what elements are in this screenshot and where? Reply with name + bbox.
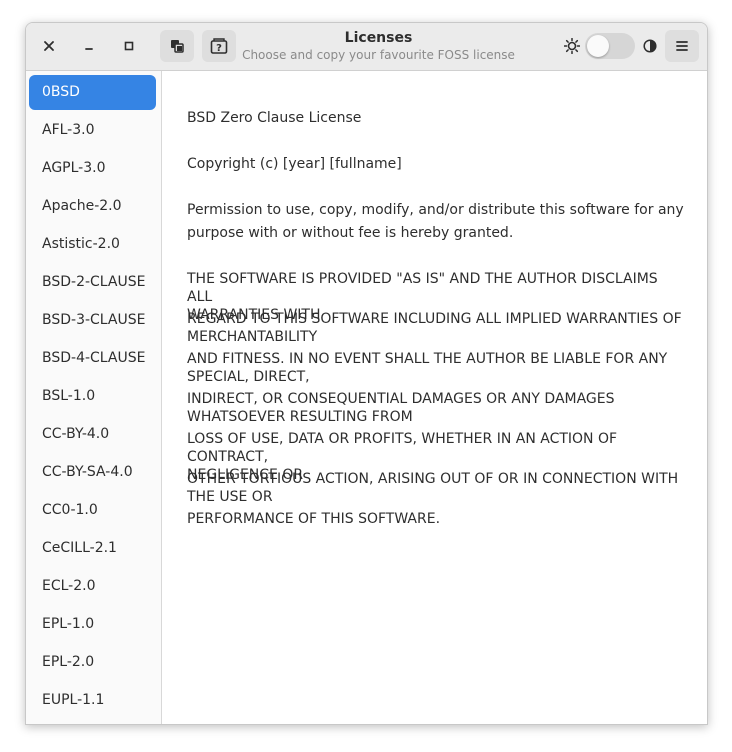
close-button[interactable]: [36, 33, 62, 59]
sidebar-item-epl-2-0[interactable]: EPL-2.0: [29, 645, 156, 680]
sun-icon: [564, 38, 580, 54]
close-icon: [44, 41, 54, 51]
sidebar-item-cc-by-4-0[interactable]: CC-BY-4.0: [29, 417, 156, 452]
maximize-button[interactable]: [116, 33, 142, 59]
disclaimer-line: INDIRECT, OR CONSEQUENTIAL DAMAGES OR AN…: [187, 391, 615, 407]
sidebar-item-bsd-2-clause[interactable]: BSD-2-CLAUSE: [29, 265, 156, 300]
sidebar-item-agpl-3-0[interactable]: AGPL-3.0: [29, 151, 156, 186]
license-disclaimer-3: AND FITNESS. IN NO EVENT SHALL THE AUTHO…: [187, 350, 687, 386]
main-menu-button[interactable]: [665, 30, 699, 62]
permission-line: Permission to use, copy, modify, and/or …: [187, 202, 684, 218]
disclaimer-line: REGARD TO THIS SOFTWARE INCLUDING ALL IM…: [187, 311, 682, 327]
license-disclaimer-7: PERFORMANCE OF THIS SOFTWARE.: [187, 510, 687, 528]
license-copyright: Copyright (c) [year] [fullname]: [187, 156, 402, 172]
permission-line: purpose with or without fee is hereby gr…: [187, 225, 514, 241]
disclaimer-line: THE SOFTWARE IS PROVIDED "AS IS" AND THE…: [187, 271, 658, 305]
disclaimer-line: PERFORMANCE OF THIS SOFTWARE.: [187, 511, 441, 527]
disclaimer-line: WHATSOEVER RESULTING FROM: [187, 409, 413, 425]
license-sidebar: 0BSD AFL-3.0 AGPL-3.0 Apache-2.0 Astisti…: [26, 71, 162, 724]
copy-icon: [171, 40, 184, 53]
hamburger-menu-icon: [676, 41, 688, 51]
title-area: Licenses Choose and copy your favourite …: [226, 29, 531, 63]
sidebar-item-cc-by-sa-4-0[interactable]: CC-BY-SA-4.0: [29, 455, 156, 490]
maximize-icon: [124, 41, 134, 51]
minimize-icon: [85, 48, 93, 50]
toggle-knob: [587, 35, 609, 57]
sidebar-item-eupl-1-1[interactable]: EUPL-1.1: [29, 683, 156, 718]
disclaimer-line: MERCHANTABILITY: [187, 329, 318, 345]
disclaimer-line: OTHER TORTIOUS ACTION, ARISING OUT OF OR…: [187, 471, 679, 487]
license-text-view[interactable]: BSD Zero Clause License Copyright (c) [y…: [162, 71, 707, 724]
sidebar-item-ecl-2-0[interactable]: ECL-2.0: [29, 569, 156, 604]
dark-mode-indicator: [637, 33, 663, 59]
sidebar-item-cc0-1-0[interactable]: CC0-1.0: [29, 493, 156, 528]
window-title: Licenses: [344, 30, 413, 46]
license-disclaimer-6: OTHER TORTIOUS ACTION, ARISING OUT OF OR…: [187, 470, 687, 506]
sidebar-item-bsd-4-clause[interactable]: BSD-4-CLAUSE: [29, 341, 156, 376]
disclaimer-line: THE USE OR: [187, 489, 273, 505]
sidebar-item-cecill-2-1[interactable]: CeCILL-2.1: [29, 531, 156, 566]
sidebar-item-afl-3-0[interactable]: AFL-3.0: [29, 113, 156, 148]
svg-text:?: ?: [216, 43, 222, 54]
headerbar: ? Licenses Choose and copy your favourit…: [26, 23, 707, 71]
sidebar-item-apache-2-0[interactable]: Apache-2.0: [29, 189, 156, 224]
disclaimer-line: LOSS OF USE, DATA OR PROFITS, WHETHER IN…: [187, 431, 618, 465]
license-heading: BSD Zero Clause License: [187, 110, 362, 126]
license-permission: Permission to use, copy, modify, and/or …: [187, 199, 687, 245]
minimize-button[interactable]: [76, 33, 102, 59]
light-mode-indicator: [559, 33, 585, 59]
sidebar-item-astistic-2-0[interactable]: Astistic-2.0: [29, 227, 156, 262]
license-disclaimer-2: REGARD TO THIS SOFTWARE INCLUDING ALL IM…: [187, 310, 687, 346]
disclaimer-line: AND FITNESS. IN NO EVENT SHALL THE AUTHO…: [187, 351, 668, 367]
license-disclaimer-4: INDIRECT, OR CONSEQUENTIAL DAMAGES OR AN…: [187, 390, 687, 426]
copy-license-button[interactable]: [160, 30, 194, 62]
sidebar-item-bsl-1-0[interactable]: BSL-1.0: [29, 379, 156, 414]
window-subtitle: Choose and copy your favourite FOSS lice…: [242, 48, 515, 62]
dark-mode-toggle[interactable]: [585, 33, 635, 59]
app-window: ? Licenses Choose and copy your favourit…: [25, 22, 708, 725]
sidebar-item-0bsd[interactable]: 0BSD: [29, 75, 156, 110]
moon-icon: [643, 39, 657, 53]
sidebar-item-epl-1-0[interactable]: EPL-1.0: [29, 607, 156, 642]
sidebar-item-bsd-3-clause[interactable]: BSD-3-CLAUSE: [29, 303, 156, 338]
disclaimer-line: SPECIAL, DIRECT,: [187, 369, 310, 385]
